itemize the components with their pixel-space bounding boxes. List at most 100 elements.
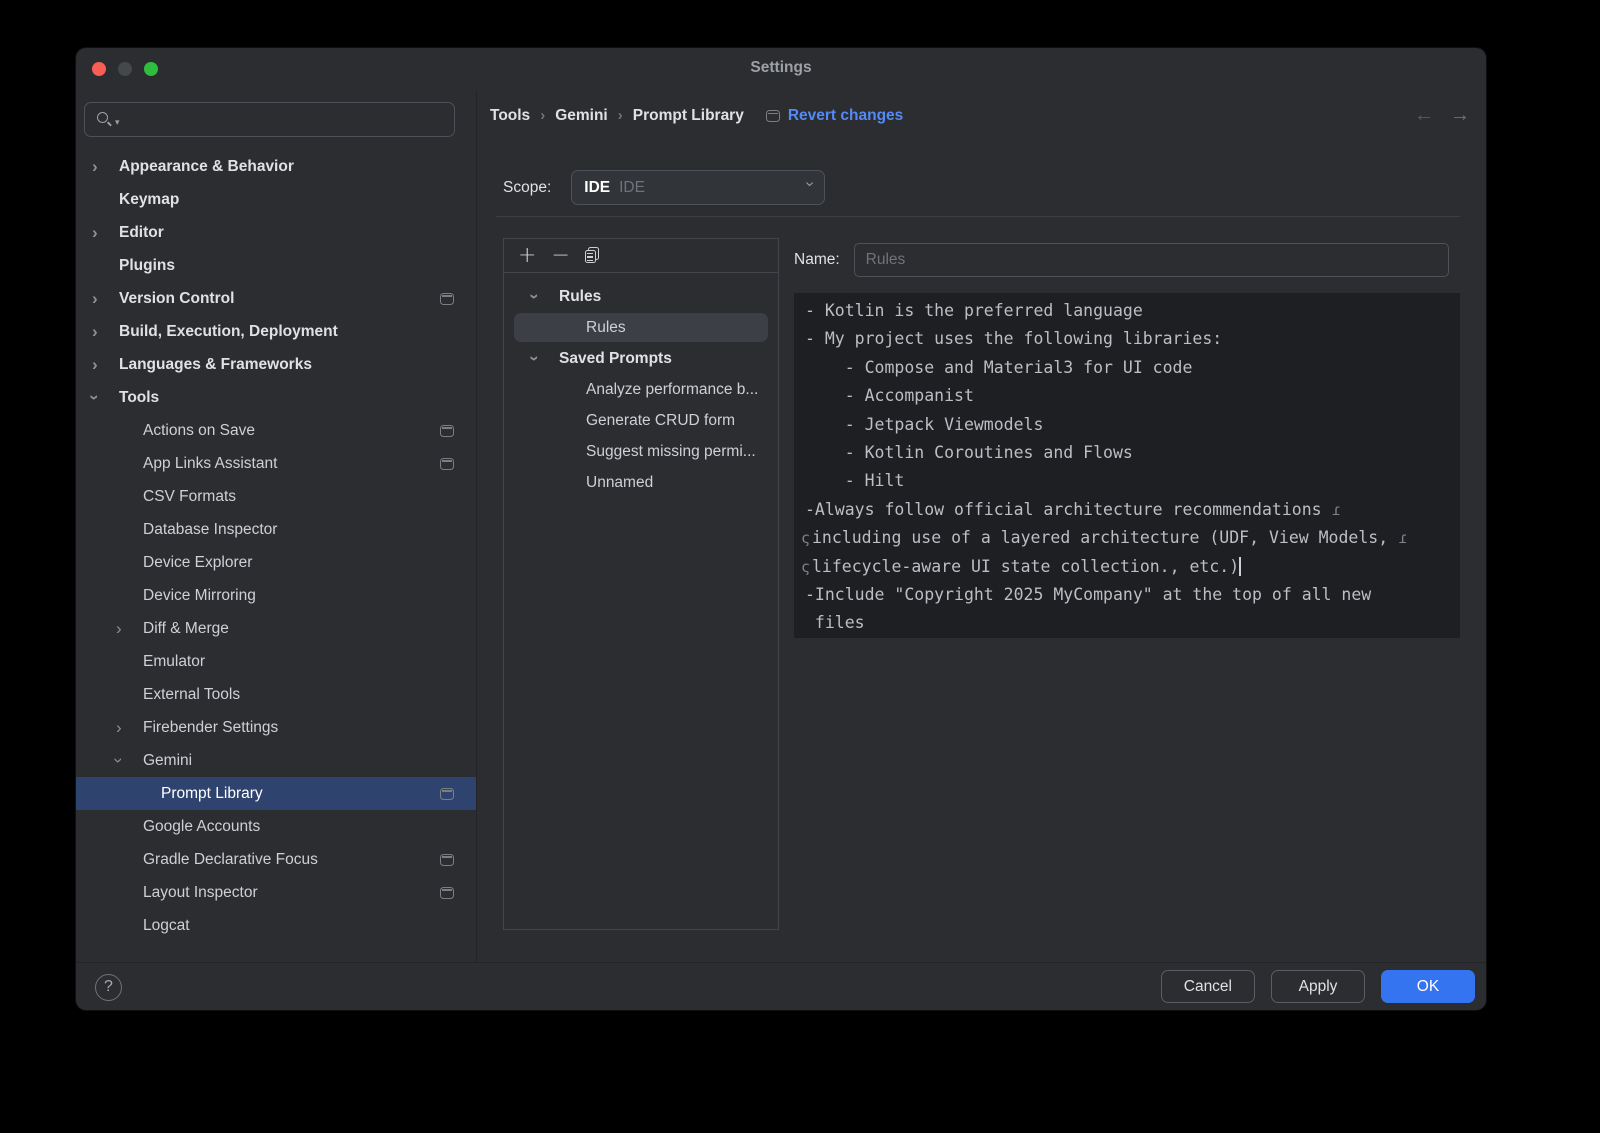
screen-icon [440,854,454,866]
breadcrumb-separator: › [618,107,623,124]
editor-line: - My project uses the following librarie… [805,325,1460,353]
sidebar-item-editor[interactable]: ›Editor [76,216,476,249]
dialog-footer: ? Cancel Apply OK [76,962,1486,1010]
scope-label: Scope: [503,179,551,197]
sidebar-item-version-control[interactable]: ›Version Control [76,282,476,315]
revert-changes-link[interactable]: Revert changes [788,107,903,125]
sidebar-item-diff-merge[interactable]: ›Diff & Merge [76,612,476,645]
sidebar-item-emulator[interactable]: Emulator [76,645,476,678]
prompt-item-rules[interactable]: Rules [504,312,778,343]
sidebar-item-keymap[interactable]: Keymap [76,183,476,216]
breadcrumb-item-prompt-library[interactable]: Prompt Library [633,107,744,124]
ok-button[interactable]: OK [1381,970,1475,1003]
apply-button[interactable]: Apply [1271,970,1365,1003]
prompt-item-suggest-missing-permi[interactable]: Suggest missing permi... [504,436,778,467]
editor-line: - Jetpack Viewmodels [805,411,1460,439]
prompt-group-rules[interactable]: ›Rules [504,281,778,312]
prompt-group-saved-prompts[interactable]: ›Saved Prompts [504,343,778,374]
chevron-down-icon[interactable]: › [532,288,559,305]
cancel-button[interactable]: Cancel [1161,970,1255,1003]
breadcrumb-item-gemini[interactable]: Gemini [555,107,608,124]
sidebar-item-google-accounts[interactable]: Google Accounts [76,810,476,843]
sidebar-item-device-mirroring[interactable]: Device Mirroring [76,579,476,612]
sidebar-item-actions-on-save[interactable]: Actions on Save [76,414,476,447]
sidebar-item-label: Actions on Save [143,422,255,440]
chevron-right-icon[interactable]: › [92,323,119,340]
copy-icon[interactable] [585,247,601,264]
prompt-item-label: Unnamed [586,474,653,492]
help-button[interactable]: ? [95,974,122,1001]
prompt-item-label: Generate CRUD form [586,412,735,430]
search-history-caret-icon[interactable]: ▾ [115,117,120,128]
sidebar-item-gemini[interactable]: ›Gemini [76,744,476,777]
editor-line-text: - My project uses the following librarie… [805,329,1222,348]
sidebar-item-gradle-declarative-focus[interactable]: Gradle Declarative Focus [76,843,476,876]
sidebar-item-external-tools[interactable]: External Tools [76,678,476,711]
breadcrumb-item-tools[interactable]: Tools [490,107,530,124]
editor-line: -Include "Copyright 2025 MyCompany" at t… [805,581,1460,609]
settings-dialog: Settings ▾ ›Appearance & BehaviorKeymap›… [76,48,1486,1010]
sidebar-item-prompt-library[interactable]: Prompt Library [76,777,476,810]
sidebar-item-label: Build, Execution, Deployment [119,323,338,341]
soft-wrap-icon: ɾ [1398,529,1407,547]
search-input[interactable]: ▾ [84,102,455,137]
sidebar-item-layout-inspector[interactable]: Layout Inspector [76,876,476,909]
prompt-item-analyze-performance-b[interactable]: Analyze performance b... [504,374,778,405]
editor-line-text: - Compose and Material3 for UI code [805,358,1192,377]
sidebar-item-label: Gradle Declarative Focus [143,851,318,869]
sidebar-item-label: Tools [119,389,159,407]
sidebar-item-plugins[interactable]: Plugins [76,249,476,282]
remove-icon[interactable]: − [551,245,569,267]
editor-line: ςlifecycle-aware UI state collection., e… [805,553,1460,581]
sidebar-item-appearance-behavior[interactable]: ›Appearance & Behavior [76,150,476,183]
text-cursor [1239,557,1241,576]
scope-badge: IDE [584,179,610,197]
breadcrumb-separator: › [540,107,545,124]
editor-line: - Compose and Material3 for UI code [805,354,1460,382]
sidebar-item-database-inspector[interactable]: Database Inspector [76,513,476,546]
sidebar-item-label: Firebender Settings [143,719,278,737]
prompt-text-editor[interactable]: - Kotlin is the preferred language- My p… [794,293,1460,638]
editor-line-text: -Include "Copyright 2025 MyCompany" at t… [805,585,1371,604]
sidebar-item-device-explorer[interactable]: Device Explorer [76,546,476,579]
sidebar-item-label: Emulator [143,653,205,671]
editor-line: - Hilt [805,467,1460,495]
chevron-right-icon[interactable]: › [92,158,119,175]
chevron-right-icon[interactable]: › [116,719,143,736]
editor-line: -Always follow official architecture rec… [805,496,1460,524]
chevron-right-icon[interactable]: › [92,356,119,373]
prompt-item-label: Rules [586,319,626,337]
scope-dropdown[interactable]: IDE IDE › [571,170,825,205]
prompt-item-unnamed[interactable]: Unnamed [504,467,778,498]
sidebar-item-tools[interactable]: ›Tools [76,381,476,414]
sidebar-item-logcat[interactable]: Logcat [76,909,476,942]
chevron-right-icon[interactable]: › [92,224,119,241]
screen-icon [440,458,454,470]
editor-line-text: - Accompanist [805,386,974,405]
prompt-item-generate-crud-form[interactable]: Generate CRUD form [504,405,778,436]
editor-line-text: - Hilt [805,471,904,490]
prompt-item-label: Suggest missing permi... [586,443,756,461]
titlebar[interactable]: Settings [76,48,1486,90]
revert-changes[interactable]: Revert changes [766,107,903,125]
sidebar-item-languages-frameworks[interactable]: ›Languages & Frameworks [76,348,476,381]
sidebar-item-build-execution-deployment[interactable]: ›Build, Execution, Deployment [76,315,476,348]
sidebar-item-firebender-settings[interactable]: ›Firebender Settings [76,711,476,744]
chevron-down-icon[interactable]: › [116,752,143,769]
chevron-right-icon[interactable]: › [92,290,119,307]
sidebar-item-csv-formats[interactable]: CSV Formats [76,480,476,513]
editor-line: files [805,609,1460,637]
back-arrow-icon[interactable]: ← [1414,104,1434,127]
chevron-right-icon[interactable]: › [116,620,143,637]
chevron-down-icon[interactable]: › [532,350,559,367]
scope-value: IDE [619,179,645,197]
forward-arrow-icon[interactable]: → [1450,104,1470,127]
add-icon[interactable]: + [518,245,536,267]
prompt-name-input[interactable] [854,243,1449,277]
screen-icon [440,425,454,437]
screen-icon [440,293,454,305]
soft-wrap-icon: ς [801,553,812,581]
chevron-down-icon[interactable]: › [92,389,119,406]
sidebar-item-app-links-assistant[interactable]: App Links Assistant [76,447,476,480]
sidebar-item-label: Keymap [119,191,179,209]
